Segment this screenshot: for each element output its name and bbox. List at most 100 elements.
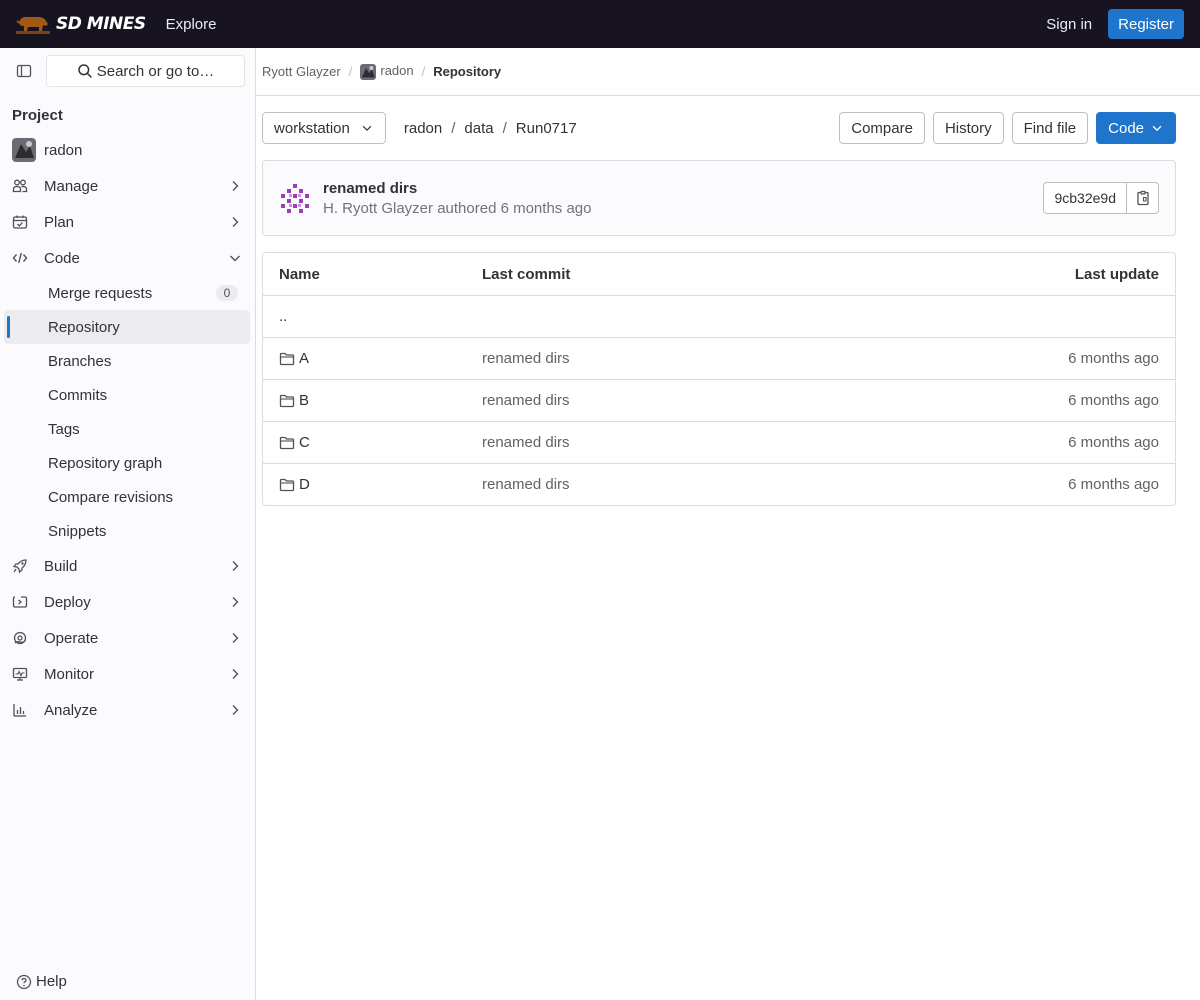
sidebar-subitem-snippets[interactable]: Snippets — [4, 514, 250, 548]
brand-text: SD MINES — [56, 14, 146, 34]
branch-selector[interactable]: workstation — [262, 112, 386, 144]
sidebar-item-plan[interactable]: Plan — [0, 204, 255, 240]
folder-link[interactable]: D — [279, 476, 482, 493]
commit-info: renamed dirs H. Ryott Glayzer authored 6… — [323, 180, 591, 217]
path-separator: / — [502, 119, 507, 137]
folder-link[interactable]: B — [279, 392, 482, 409]
chevron-right-icon — [227, 214, 243, 230]
breadcrumb-current[interactable]: Repository — [433, 64, 501, 79]
last-commit-panel: renamed dirs H. Ryott Glayzer authored 6… — [262, 160, 1176, 236]
sidebar-item-project[interactable]: radon — [0, 132, 255, 168]
breadcrumb-project-label: radon — [380, 63, 414, 79]
column-header-name: Name — [279, 265, 320, 283]
sidebar-item-deploy[interactable]: Deploy — [0, 584, 255, 620]
commit-message-link[interactable]: renamed dirs — [482, 392, 1068, 409]
sidebar-subitem-compare-revisions[interactable]: Compare revisions — [4, 480, 250, 514]
sidebar-item-build[interactable]: Build — [0, 548, 255, 584]
sidebar-subitem-commits[interactable]: Commits — [4, 378, 250, 412]
chevron-down-icon — [1150, 121, 1164, 135]
folder-name: D — [299, 476, 310, 493]
chevron-right-icon — [227, 594, 243, 610]
sidebar-item-monitor[interactable]: Monitor — [0, 656, 255, 692]
folder-link[interactable]: A — [279, 350, 482, 367]
register-button[interactable]: Register — [1108, 9, 1184, 39]
table-row: D renamed dirs 6 months ago — [263, 463, 1175, 505]
code-dropdown-button[interactable]: Code — [1096, 112, 1176, 144]
breadcrumb-separator: / — [348, 64, 353, 79]
code-button-label: Code — [1108, 119, 1144, 137]
sidebar-item-label: Code — [44, 249, 80, 267]
breadcrumb-owner-link[interactable]: Ryott Glayzer — [262, 64, 341, 79]
table-row-parent-dir[interactable]: .. — [263, 295, 1175, 337]
commit-message-link[interactable]: renamed dirs — [482, 350, 1068, 367]
commit-title-link[interactable]: renamed dirs — [323, 180, 591, 197]
sidebar-subitem-label: Repository graph — [48, 454, 163, 472]
sidebar-subitem-label: Commits — [48, 386, 108, 404]
last-update-time: 6 months ago — [1068, 476, 1159, 493]
folder-link[interactable]: C — [279, 434, 482, 451]
commit-sha-button[interactable]: 9cb32e9d — [1043, 182, 1127, 214]
last-update-time: 6 months ago — [1068, 350, 1159, 367]
sidebar-item-label: Manage — [44, 177, 99, 195]
copy-sha-button[interactable] — [1127, 182, 1159, 214]
sidebar-subitem-repository-graph[interactable]: Repository graph — [4, 446, 250, 480]
bison-logo-icon — [16, 13, 50, 35]
repository-toolbar: workstation radon / data / Run0717 Compa… — [262, 96, 1176, 160]
sidebar-toggle-button[interactable] — [10, 57, 38, 85]
chevron-right-icon — [227, 630, 243, 646]
find-file-button[interactable]: Find file — [1011, 112, 1089, 144]
breadcrumb-project-link[interactable]: radon — [360, 63, 414, 80]
commit-message-link[interactable]: renamed dirs — [482, 434, 1068, 451]
brand-logo-link[interactable]: SD MINES — [16, 0, 146, 48]
last-update-time: 6 months ago — [1068, 392, 1159, 409]
sign-in-link[interactable]: Sign in — [1046, 16, 1092, 33]
search-button[interactable]: Search or go to… — [46, 55, 245, 87]
last-update-time: 6 months ago — [1068, 434, 1159, 451]
help-button[interactable]: Help — [16, 973, 67, 990]
commit-time: authored 6 months ago — [437, 199, 592, 217]
commit-author-link[interactable]: H. Ryott Glayzer — [323, 200, 433, 217]
folder-icon — [279, 352, 295, 365]
calendar-icon — [12, 210, 36, 234]
chevron-right-icon — [227, 558, 243, 574]
chevron-right-icon — [227, 702, 243, 718]
folder-name: C — [299, 434, 310, 451]
author-avatar[interactable] — [279, 182, 311, 214]
folder-icon — [279, 436, 295, 449]
folder-icon — [279, 478, 295, 491]
path-segment-link[interactable]: radon — [404, 120, 442, 137]
parent-dir-link[interactable]: .. — [279, 308, 482, 325]
sidebar-subitem-tags[interactable]: Tags — [4, 412, 250, 446]
sidebar-subitem-merge-requests[interactable]: Merge requests 0 — [4, 276, 250, 310]
deploy-icon — [12, 590, 36, 614]
sidebar: Search or go to… Project radon Manage Pl… — [0, 48, 256, 1000]
table-row: B renamed dirs 6 months ago — [263, 379, 1175, 421]
table-row: A renamed dirs 6 months ago — [263, 337, 1175, 379]
sidebar-item-analyze[interactable]: Analyze — [0, 692, 255, 728]
path-segment-link[interactable]: data — [464, 120, 493, 137]
monitor-icon — [12, 662, 36, 686]
sidebar-item-operate[interactable]: Operate — [0, 620, 255, 656]
chart-icon — [12, 698, 36, 722]
sidebar-item-label: Plan — [44, 213, 75, 231]
main-content: workstation radon / data / Run0717 Compa… — [262, 96, 1176, 506]
sidebar-item-label: Operate — [44, 629, 99, 647]
column-header-last-update: Last update — [1074, 265, 1159, 283]
search-label: Search or go to… — [96, 62, 215, 80]
count-badge: 0 — [216, 285, 238, 301]
sidebar-subitem-label: Merge requests — [48, 284, 153, 302]
sidebar-item-code[interactable]: Code — [0, 240, 255, 276]
search-icon — [77, 64, 92, 78]
compare-button[interactable]: Compare — [839, 112, 925, 144]
sidebar-subitem-branches[interactable]: Branches — [4, 344, 250, 378]
help-label: Help — [36, 973, 67, 990]
path-segment-link[interactable]: Run0717 — [516, 120, 577, 137]
file-path: radon / data / Run0717 — [404, 120, 577, 137]
sidebar-item-manage[interactable]: Manage — [0, 168, 255, 204]
code-icon — [12, 246, 36, 270]
question-circle-icon — [16, 974, 32, 990]
sidebar-subitem-repository[interactable]: Repository — [4, 310, 250, 344]
explore-link[interactable]: Explore — [166, 16, 217, 33]
commit-message-link[interactable]: renamed dirs — [482, 476, 1068, 493]
history-button[interactable]: History — [932, 112, 1004, 144]
